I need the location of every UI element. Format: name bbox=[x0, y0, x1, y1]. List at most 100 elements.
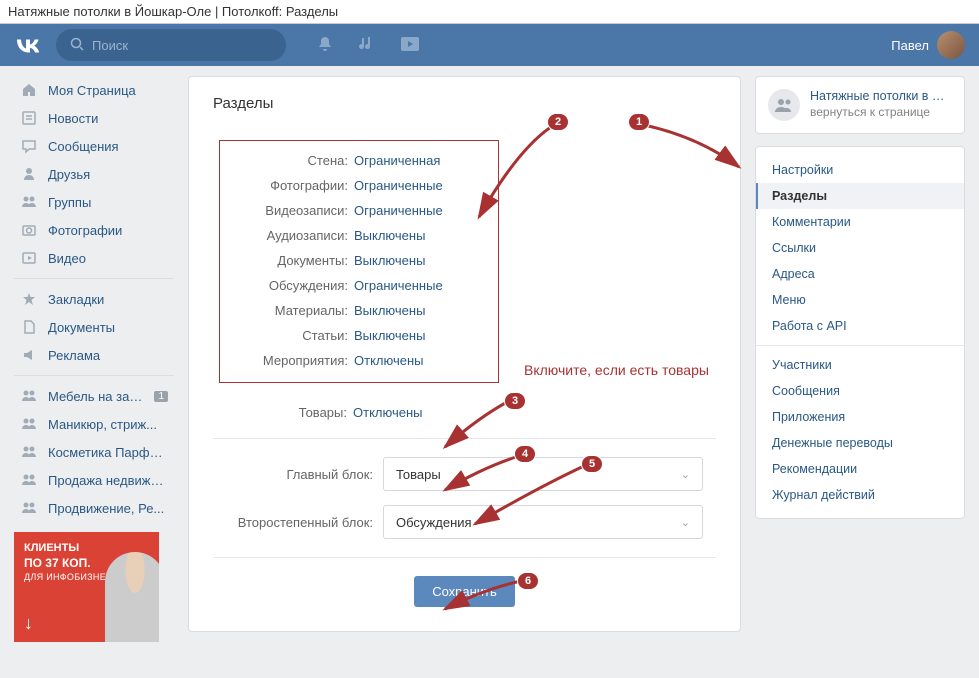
ads-icon bbox=[20, 346, 38, 364]
settings-nav-item[interactable]: Разделы bbox=[756, 183, 964, 209]
notifications-icon[interactable] bbox=[316, 35, 334, 56]
nav-item[interactable]: Моя Страница bbox=[14, 76, 174, 104]
nav-item[interactable]: Продвижение, Ре... bbox=[14, 494, 174, 522]
nav-label: Реклама bbox=[48, 348, 168, 363]
settings-nav-item[interactable]: Денежные переводы bbox=[756, 430, 964, 456]
setting-value[interactable]: Выключены bbox=[354, 328, 425, 343]
annotation-arrow bbox=[639, 117, 749, 177]
nav-label: Видео bbox=[48, 251, 168, 266]
friends-icon bbox=[20, 165, 38, 183]
settings-nav-item[interactable]: Сообщения bbox=[756, 378, 964, 404]
nav-item[interactable]: Видео bbox=[14, 244, 174, 272]
group-icon bbox=[20, 415, 38, 433]
nav-item[interactable]: Реклама bbox=[14, 341, 174, 369]
setting-row: Фотографии:Ограниченные bbox=[234, 178, 484, 193]
setting-label: Материалы: bbox=[234, 303, 354, 318]
setting-value[interactable]: Отключены bbox=[354, 353, 423, 368]
setting-label: Статьи: bbox=[234, 328, 354, 343]
settings-nav-item[interactable]: Ссылки bbox=[756, 235, 964, 261]
annotation-badge-5: 5 bbox=[581, 455, 603, 473]
group-icon bbox=[20, 499, 38, 517]
nav-label: Косметика Парфю... bbox=[48, 445, 168, 460]
main-block-select[interactable]: Товары ⌄ bbox=[383, 457, 703, 491]
select-value: Обсуждения bbox=[396, 515, 472, 530]
nav-separator bbox=[14, 375, 174, 376]
settings-nav-item[interactable]: Журнал действий bbox=[756, 482, 964, 508]
nav-label: Продажа недвижи... bbox=[48, 473, 168, 488]
setting-label: Мероприятия: bbox=[234, 353, 354, 368]
chevron-down-icon: ⌄ bbox=[681, 468, 690, 481]
settings-nav-item[interactable]: Работа с API bbox=[756, 313, 964, 339]
settings-nav-item[interactable]: Участники bbox=[756, 352, 964, 378]
nav-label: Маникюр, стриж... bbox=[48, 417, 168, 432]
nav-label: Новости bbox=[48, 111, 168, 126]
settings-nav-item[interactable]: Настройки bbox=[756, 157, 964, 183]
setting-row: Статьи:Выключены bbox=[234, 328, 484, 343]
vk-logo-icon[interactable] bbox=[14, 37, 42, 53]
nav-label: Документы bbox=[48, 320, 168, 335]
docs-icon bbox=[20, 318, 38, 336]
nav-item[interactable]: Косметика Парфю... bbox=[14, 438, 174, 466]
sections-redbox: Стена:ОграниченнаяФотографии:Ограниченны… bbox=[219, 140, 499, 383]
nav-item[interactable]: Документы bbox=[14, 313, 174, 341]
news-icon bbox=[20, 109, 38, 127]
secondary-block-label: Второстепенный блок: bbox=[213, 515, 383, 530]
page-title: Разделы bbox=[213, 95, 716, 112]
nav-item[interactable]: Маникюр, стриж... bbox=[14, 410, 174, 438]
secondary-block-select[interactable]: Обсуждения ⌄ bbox=[383, 505, 703, 539]
setting-row: Обсуждения:Ограниченные bbox=[234, 278, 484, 293]
setting-value[interactable]: Выключены bbox=[354, 228, 425, 243]
setting-label: Видеозаписи: bbox=[234, 203, 354, 218]
ad-block[interactable]: КЛИЕНТЫ ПО 37 КОП. ДЛЯ ИНФОБИЗНЕСА ↓ bbox=[14, 532, 159, 642]
group-icon bbox=[20, 443, 38, 461]
nav-item[interactable]: Группы bbox=[14, 188, 174, 216]
search-input[interactable] bbox=[92, 38, 272, 53]
nav-item[interactable]: Закладки bbox=[14, 285, 174, 313]
main-panel: Разделы 1 2 3 Включите, если есть товары… bbox=[188, 76, 741, 632]
setting-value[interactable]: Выключены bbox=[354, 303, 425, 318]
nav-item[interactable]: Мебель на зака...1 bbox=[14, 382, 174, 410]
save-button[interactable]: Сохранить bbox=[414, 576, 515, 607]
select-value: Товары bbox=[396, 467, 441, 482]
group-icon bbox=[768, 89, 800, 121]
nav-item[interactable]: Друзья bbox=[14, 160, 174, 188]
settings-nav-item[interactable]: Адреса bbox=[756, 261, 964, 287]
photos-icon bbox=[20, 221, 38, 239]
settings-nav: НастройкиРазделыКомментарииСсылкиАдресаМ… bbox=[755, 146, 965, 519]
setting-label: Фотографии: bbox=[234, 178, 354, 193]
music-icon[interactable] bbox=[358, 35, 376, 56]
nav-label: Моя Страница bbox=[48, 83, 168, 98]
settings-nav-item[interactable]: Рекомендации bbox=[756, 456, 964, 482]
user-menu[interactable]: Павел bbox=[891, 31, 965, 59]
setting-value[interactable]: Ограниченные bbox=[354, 203, 443, 218]
nav-item[interactable]: Продажа недвижи... bbox=[14, 466, 174, 494]
home-icon bbox=[20, 81, 38, 99]
setting-value[interactable]: Ограниченные bbox=[354, 278, 443, 293]
settings-nav-item[interactable]: Приложения bbox=[756, 404, 964, 430]
video-play-icon[interactable] bbox=[400, 36, 420, 55]
search-box[interactable] bbox=[56, 29, 286, 61]
group-back-link[interactable]: вернуться к странице bbox=[810, 105, 952, 119]
setting-value[interactable]: Выключены bbox=[354, 253, 425, 268]
nav-item[interactable]: Фотографии bbox=[14, 216, 174, 244]
groups-icon bbox=[20, 193, 38, 211]
main-block-label: Главный блок: bbox=[213, 467, 383, 482]
setting-value[interactable]: Ограниченная bbox=[354, 153, 440, 168]
search-icon bbox=[70, 37, 84, 54]
products-value[interactable]: Отключены bbox=[353, 405, 422, 420]
setting-label: Обсуждения: bbox=[234, 278, 354, 293]
group-icon bbox=[20, 471, 38, 489]
bookmarks-icon bbox=[20, 290, 38, 308]
setting-value[interactable]: Ограниченные bbox=[354, 178, 443, 193]
group-card[interactable]: Натяжные потолки в Йо... вернуться к стр… bbox=[755, 76, 965, 134]
annotation-badge-6: 6 bbox=[517, 572, 539, 590]
divider bbox=[213, 557, 716, 558]
nav-item[interactable]: Новости bbox=[14, 104, 174, 132]
settings-nav-item[interactable]: Комментарии bbox=[756, 209, 964, 235]
annotation-badge-2: 2 bbox=[547, 113, 569, 131]
setting-row: Материалы:Выключены bbox=[234, 303, 484, 318]
nav-separator bbox=[756, 345, 964, 346]
nav-item[interactable]: Сообщения bbox=[14, 132, 174, 160]
divider bbox=[213, 438, 716, 439]
settings-nav-item[interactable]: Меню bbox=[756, 287, 964, 313]
